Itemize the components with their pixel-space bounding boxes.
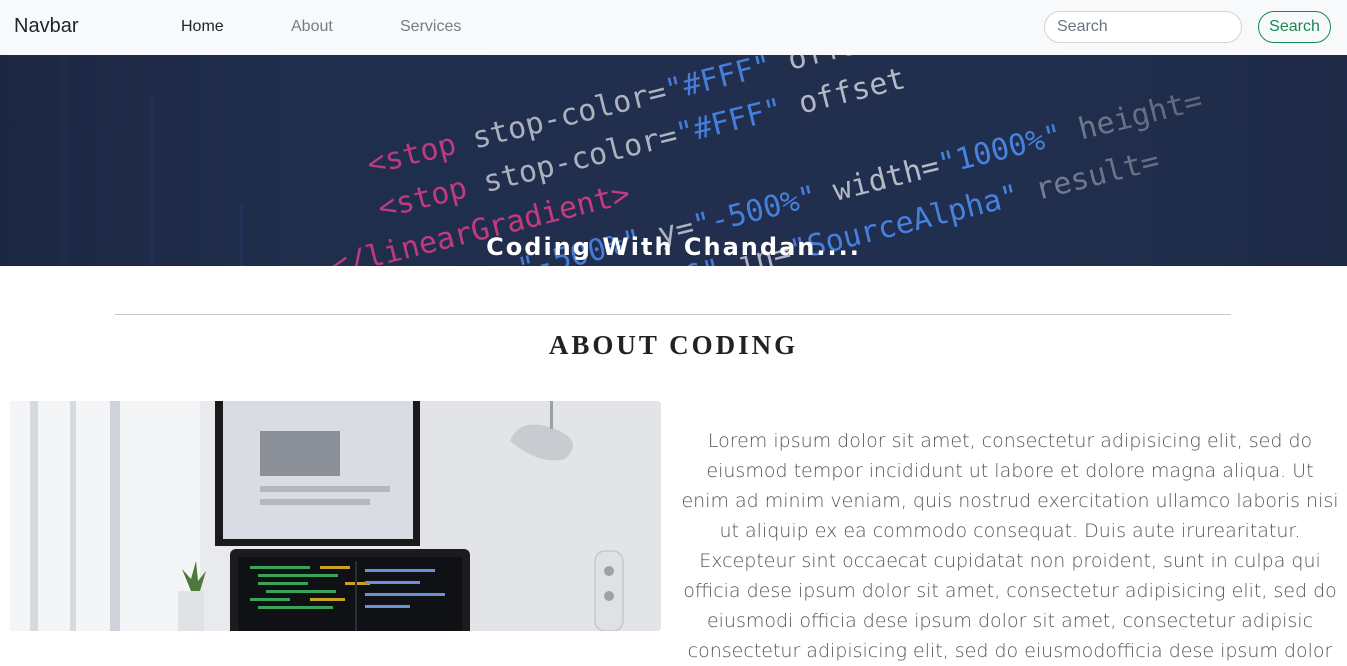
nav-link-about[interactable]: About (291, 18, 333, 36)
workspace-photo (10, 401, 661, 631)
navbar-brand[interactable]: Navbar (14, 15, 78, 38)
nav-link-services[interactable]: Services (400, 18, 461, 36)
search-input[interactable] (1044, 11, 1242, 43)
hero-caption: Coding With Chandan.... (486, 233, 861, 261)
hero-banner: <stop stop-color="#FFF" offset <stop sto… (0, 55, 1347, 266)
search-button[interactable]: Search (1258, 11, 1331, 43)
section-divider (115, 314, 1231, 315)
nav-link-home[interactable]: Home (181, 18, 224, 36)
about-paragraph: Lorem ipsum dolor sit amet, consectetur … (681, 430, 1339, 662)
workspace-illustration (10, 401, 661, 631)
section-title: ABOUT CODING (548, 330, 799, 360)
navbar: Navbar Home About Services Search (0, 0, 1347, 55)
